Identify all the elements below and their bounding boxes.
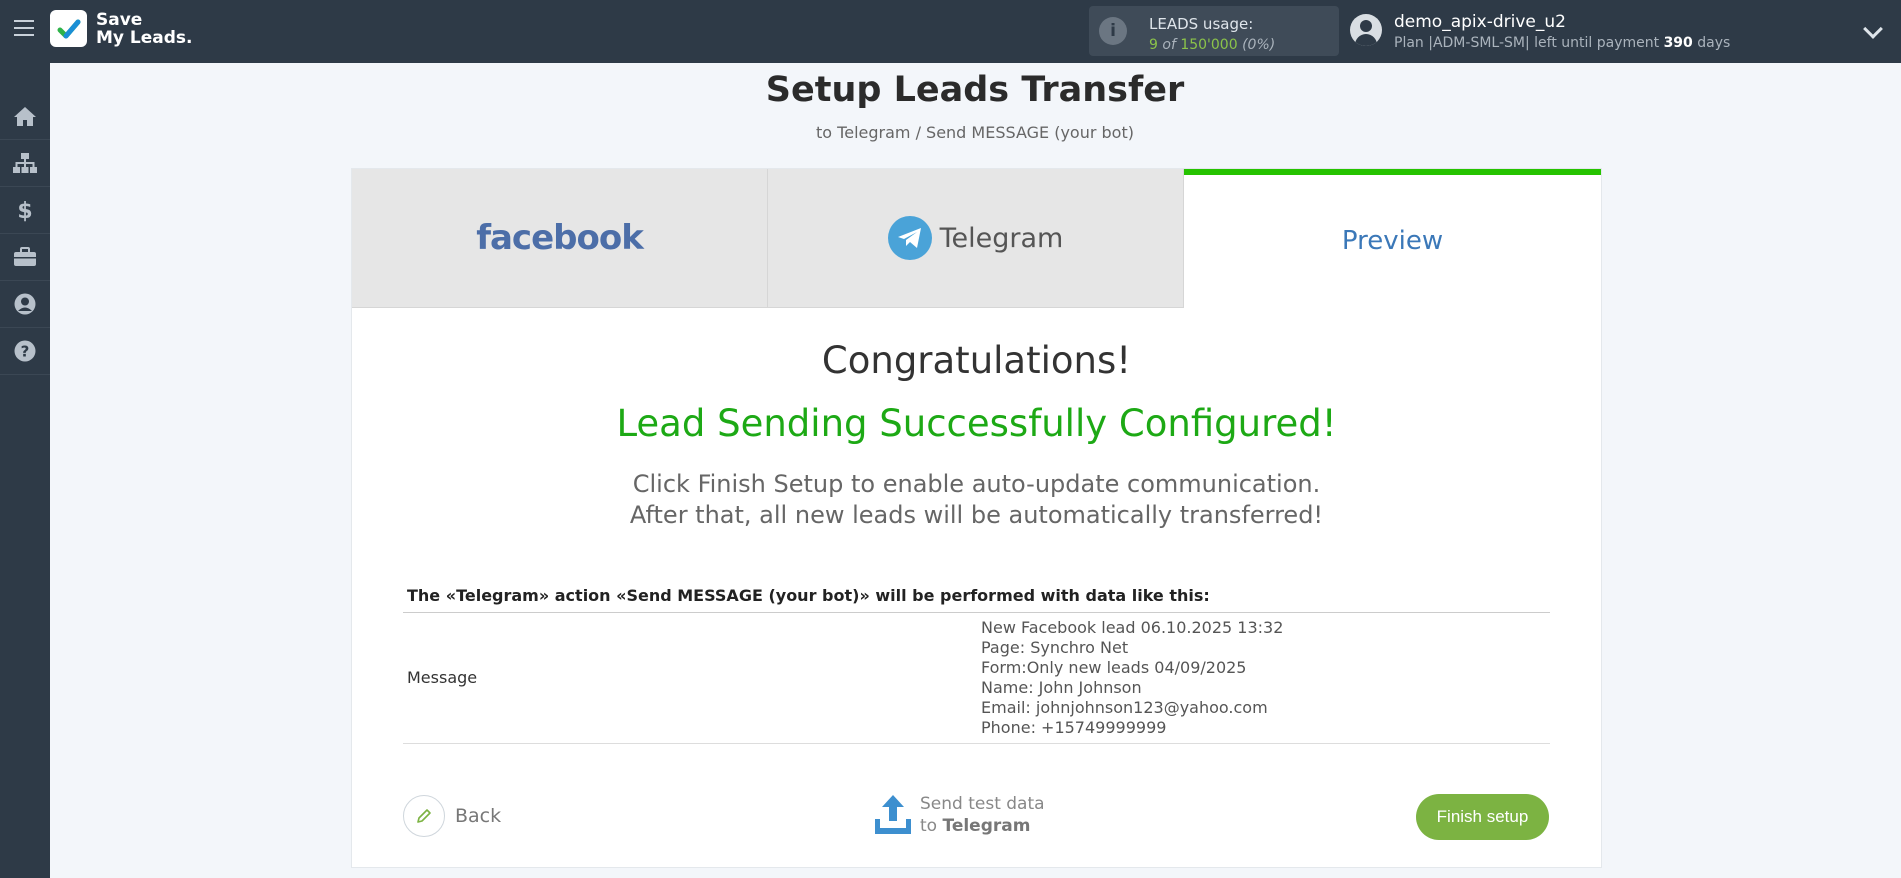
value-line: Name: John Johnson bbox=[981, 678, 1142, 697]
preview-label: Preview bbox=[1341, 226, 1444, 256]
hamburger-menu-icon[interactable] bbox=[14, 20, 34, 38]
leads-usage-panel: i LEADS usage: 9 of 150'000 (0%) bbox=[1089, 6, 1339, 56]
top-bar: Save My Leads. i LEADS usage: 9 of 150'0… bbox=[0, 0, 1901, 63]
telegram-label: Telegram bbox=[939, 222, 1064, 254]
svg-text:$: $ bbox=[17, 199, 32, 222]
briefcase-icon bbox=[14, 247, 36, 266]
value-line: Phone: +15749999999 bbox=[981, 718, 1167, 737]
dollar-icon: $ bbox=[17, 199, 32, 222]
user-icon bbox=[14, 293, 36, 315]
plan-prefix: Plan |ADM-SML-SM| left until payment bbox=[1394, 35, 1660, 51]
tab-preview[interactable]: Preview bbox=[1184, 169, 1601, 307]
table-divider bbox=[403, 612, 1550, 613]
congratulations-heading: Congratulations! bbox=[821, 339, 1132, 382]
svg-text:?: ? bbox=[21, 343, 30, 361]
sidebar-item-help[interactable]: ? bbox=[0, 328, 50, 375]
page-title: Setup Leads Transfer bbox=[765, 70, 1185, 110]
plan-days: 390 bbox=[1663, 35, 1693, 51]
usage-total: 150'000 bbox=[1180, 37, 1238, 53]
hint-line-2: After that, all new leads will be automa… bbox=[629, 501, 1324, 529]
hint-line-1: Click Finish Setup to enable auto-update… bbox=[632, 470, 1321, 498]
sidebar-item-projects[interactable] bbox=[0, 234, 50, 281]
usage-percent: (0%) bbox=[1242, 37, 1276, 53]
logo-text: Save My Leads. bbox=[96, 11, 193, 47]
plan-suffix: days bbox=[1697, 35, 1731, 51]
setup-card: facebook Telegram Preview Congratulation… bbox=[351, 168, 1602, 868]
value-line: Email: johnjohnson123@yahoo.com bbox=[981, 698, 1268, 717]
sidebar: $ ? bbox=[0, 63, 50, 878]
finish-setup-button[interactable]: Finish setup bbox=[1416, 794, 1549, 840]
step-tabs: facebook Telegram Preview bbox=[352, 169, 1601, 308]
value-line: New Facebook lead 06.10.2025 13:32 bbox=[981, 618, 1284, 637]
send-to: to bbox=[920, 816, 938, 836]
usage-used: 9 bbox=[1149, 37, 1158, 53]
pencil-icon bbox=[403, 795, 445, 837]
usage-value: 9 of 150'000 (0%) bbox=[1149, 37, 1275, 53]
send-line-1: Send test data bbox=[920, 794, 1045, 814]
chevron-down-icon[interactable] bbox=[1863, 19, 1883, 39]
avatar-icon bbox=[1350, 14, 1382, 46]
send-target: Telegram bbox=[942, 816, 1031, 836]
help-icon: ? bbox=[14, 340, 36, 362]
usage-label: LEADS usage: bbox=[1149, 15, 1254, 33]
telegram-logo-icon bbox=[887, 216, 932, 260]
sidebar-item-connections[interactable] bbox=[0, 140, 50, 187]
user-name: demo_apix-drive_u2 bbox=[1394, 12, 1566, 32]
logo-line-2: My Leads. bbox=[96, 27, 193, 48]
page-subtitle: to Telegram / Send MESSAGE (your bot) bbox=[816, 123, 1134, 142]
success-message: Lead Sending Successfully Configured! bbox=[616, 402, 1337, 445]
facebook-logo: facebook bbox=[476, 218, 644, 258]
usage-of: of bbox=[1162, 37, 1176, 53]
table-divider bbox=[403, 743, 1550, 744]
action-description: The «Telegram» action «Send MESSAGE (you… bbox=[407, 586, 1210, 605]
back-label: Back bbox=[455, 805, 502, 827]
tab-source-facebook[interactable]: facebook bbox=[352, 169, 768, 308]
tab-destination-telegram[interactable]: Telegram bbox=[768, 169, 1184, 308]
plan-info: Plan |ADM-SML-SM| left until payment 390… bbox=[1394, 35, 1730, 51]
logo-line-1: Save bbox=[96, 9, 143, 30]
app-logo[interactable]: Save My Leads. bbox=[50, 10, 193, 47]
value-line: Form:Only new leads 04/09/2025 bbox=[981, 658, 1247, 677]
send-test-label: Send test data to Telegram bbox=[920, 793, 1045, 837]
checkmark-logo-icon bbox=[50, 10, 87, 47]
sidebar-item-account[interactable] bbox=[0, 281, 50, 328]
upload-icon bbox=[875, 795, 911, 834]
send-test-data-button[interactable]: Send test data to Telegram bbox=[872, 793, 1045, 837]
back-button[interactable]: Back bbox=[403, 795, 501, 837]
field-value: New Facebook lead 06.10.2025 13:32 Page:… bbox=[981, 618, 1283, 738]
value-line: Page: Synchro Net bbox=[981, 638, 1129, 657]
sidebar-item-billing[interactable]: $ bbox=[0, 187, 50, 234]
info-icon: i bbox=[1099, 17, 1127, 45]
send-line-2: to Telegram bbox=[920, 815, 1045, 837]
field-name: Message bbox=[407, 668, 478, 687]
finish-hint: Click Finish Setup to enable auto-update… bbox=[352, 469, 1601, 531]
sitemap-icon bbox=[13, 153, 37, 173]
